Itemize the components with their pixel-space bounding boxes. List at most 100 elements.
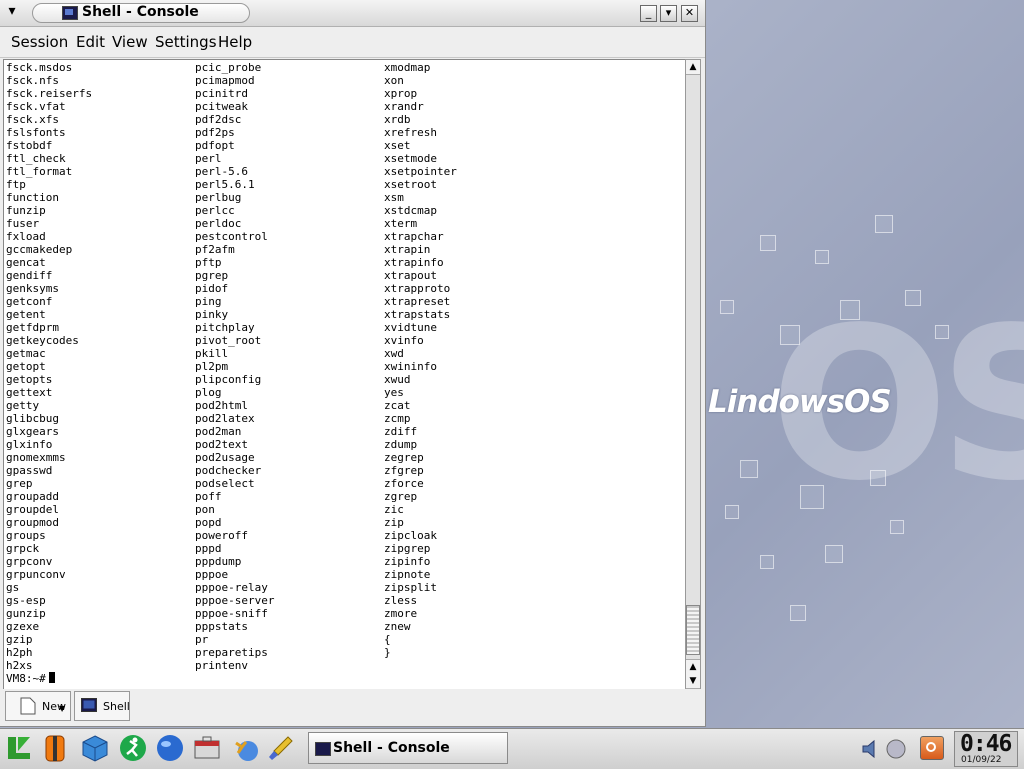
scroll-up-icon[interactable]: ▲ <box>686 60 700 75</box>
session-tab-shell[interactable]: Shell <box>74 691 130 721</box>
decor-square <box>760 555 774 569</box>
output-line: pcitweak <box>195 100 248 113</box>
scrollbar-thumb[interactable] <box>686 605 700 655</box>
paintbrush-icon[interactable] <box>266 733 296 763</box>
new-session-button[interactable]: New ▼ <box>5 691 71 721</box>
output-line: perlbug <box>195 191 242 204</box>
output-line: ftl_check <box>6 152 66 165</box>
output-line: function <box>6 191 59 204</box>
output-line: pinky <box>195 308 229 321</box>
output-line: poweroff <box>195 529 248 542</box>
decor-square <box>875 215 893 233</box>
minimize-button[interactable]: _ <box>640 5 657 22</box>
output-line: getopt <box>6 360 46 373</box>
title-bar[interactable]: ▾ Shell - Console _ ▾ ✕ <box>0 0 705 27</box>
menu-view[interactable]: View <box>112 33 148 51</box>
output-line: gnomexmms <box>6 451 66 464</box>
output-line: podchecker <box>195 464 262 477</box>
scroll-down-icon[interactable]: ▼ <box>686 674 700 689</box>
menu-session[interactable]: Session <box>11 33 68 51</box>
decor-square <box>740 460 758 478</box>
output-line: getent <box>6 308 46 321</box>
output-line: xtrapreset <box>384 295 451 308</box>
globe-icon[interactable] <box>155 733 185 763</box>
output-line: xwd <box>384 347 404 360</box>
menu-edit[interactable]: Edit <box>76 33 105 51</box>
output-line: zdiff <box>384 425 418 438</box>
output-line: xtrapproto <box>384 282 451 295</box>
output-line: zcat <box>384 399 411 412</box>
network-icon[interactable] <box>885 738 907 760</box>
output-column-1: fsck.msdos fsck.nfs fsck.reiserfs fsck.vfat… <box>6 61 92 672</box>
output-line: fsck.nfs <box>6 74 59 87</box>
scroll-up-icon[interactable]: ▲ <box>686 659 700 675</box>
life-vest-icon[interactable] <box>40 733 70 763</box>
output-line: xtrapinfo <box>384 256 444 269</box>
output-line: pppdump <box>195 555 242 568</box>
clock[interactable]: 0:46 01/09/22 <box>954 731 1018 767</box>
output-line: xwininfo <box>384 360 437 373</box>
decor-square <box>790 605 806 621</box>
cube-icon[interactable] <box>80 733 110 763</box>
output-line: pdf2ps <box>195 126 235 139</box>
output-line: grpck <box>6 542 40 555</box>
output-line: zegrep <box>384 451 424 464</box>
output-line: fxload <box>6 230 46 243</box>
menu-bar: Session Edit View Settings Help <box>0 27 705 58</box>
taskbar-item-label: Shell - Console <box>333 740 450 756</box>
maximize-button[interactable]: ▾ <box>660 5 677 22</box>
output-line: podselect <box>195 477 255 490</box>
prompt-line: VM8:~# <box>6 672 55 685</box>
output-line: xvidtune <box>384 321 437 334</box>
taskbar-item-shell-console[interactable]: Shell - Console <box>308 732 508 764</box>
menu-settings[interactable]: Settings <box>155 33 217 51</box>
output-column-2: pcic_probe pcimapmod pcinitrd pcitweak pdf2d… <box>195 61 274 672</box>
output-line: yes <box>384 386 404 399</box>
output-line: zipinfo <box>384 555 431 568</box>
chevron-down-icon: ▼ <box>59 704 66 713</box>
output-line: popd <box>195 516 222 529</box>
output-line: fsck.vfat <box>6 100 66 113</box>
output-line: gzip <box>6 633 33 646</box>
taskbar: Shell - Console 0:46 01/09/22 <box>0 728 1024 769</box>
menu-help[interactable]: Help <box>218 33 252 51</box>
output-line: pon <box>195 503 215 516</box>
speaker-icon[interactable] <box>860 738 882 760</box>
output-line: xtrapin <box>384 243 431 256</box>
window-menu-icon[interactable]: ▾ <box>0 0 24 24</box>
toolbox-icon[interactable] <box>192 733 222 763</box>
output-line: genksyms <box>6 282 59 295</box>
output-column-3: xmodmap xon xprop xrandr xrdb xrefresh xset xse… <box>384 61 457 659</box>
clock-date: 01/09/22 <box>961 755 1002 765</box>
output-line: xon <box>384 74 404 87</box>
power-icon[interactable] <box>920 736 944 760</box>
output-line: xstdcmap <box>384 204 437 217</box>
output-line: pppoe-relay <box>195 581 268 594</box>
output-line: getkeycodes <box>6 334 79 347</box>
output-line: gccmakedep <box>6 243 73 256</box>
output-line: getconf <box>6 295 53 308</box>
output-line: gunzip <box>6 607 46 620</box>
terminal-output[interactable]: fsck.msdos fsck.nfs fsck.reiserfs fsck.vfat… <box>3 59 687 690</box>
output-line: perl5.6.1 <box>195 178 255 191</box>
output-line: gzexe <box>6 620 40 633</box>
output-line: glibcbug <box>6 412 59 425</box>
output-line: pr <box>195 633 209 646</box>
close-button[interactable]: ✕ <box>681 5 698 22</box>
output-line: { <box>384 633 391 646</box>
output-line: perlcc <box>195 204 235 217</box>
output-line: glxgears <box>6 425 59 438</box>
output-line: plipconfig <box>195 373 262 386</box>
running-man-icon[interactable] <box>118 733 148 763</box>
output-line: zic <box>384 503 404 516</box>
lindows-start-icon[interactable] <box>4 733 34 763</box>
output-line: xsetmode <box>384 152 437 165</box>
output-line: pod2man <box>195 425 242 438</box>
output-line: getfdprm <box>6 321 59 334</box>
output-line: znew <box>384 620 411 633</box>
clock-time: 0:46 <box>960 731 1012 757</box>
output-line: xset <box>384 139 411 152</box>
vertical-scrollbar[interactable]: ▲ ▲ ▼ <box>685 59 701 690</box>
runner-network-icon[interactable] <box>230 733 260 763</box>
output-line: zfgrep <box>384 464 424 477</box>
